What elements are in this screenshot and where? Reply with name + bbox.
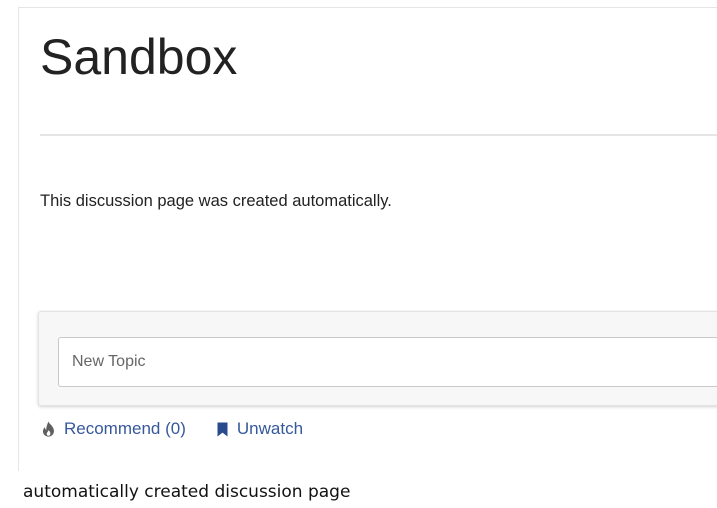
unwatch-label: Unwatch	[236, 419, 304, 438]
recommend-label: Recommend	[64, 419, 161, 438]
recommend-count: (0)	[165, 419, 186, 438]
page-title: Sandbox	[40, 29, 238, 85]
unwatch-link[interactable]: Unwatch	[217, 417, 303, 441]
new-topic-input[interactable]	[58, 337, 717, 387]
recommend-link[interactable]: Recommend (0)	[42, 417, 186, 441]
discussion-page-frame: Sandbox This discussion page was created…	[18, 7, 717, 471]
discussion-actions: Recommend (0) Unwatch	[42, 416, 303, 442]
flame-icon	[42, 421, 55, 437]
figure-caption: automatically created discussion page	[23, 482, 351, 502]
bookmark-icon	[217, 422, 228, 437]
intro-text: This discussion page was created automat…	[40, 192, 392, 210]
title-divider	[40, 134, 717, 136]
new-topic-panel	[38, 311, 717, 406]
